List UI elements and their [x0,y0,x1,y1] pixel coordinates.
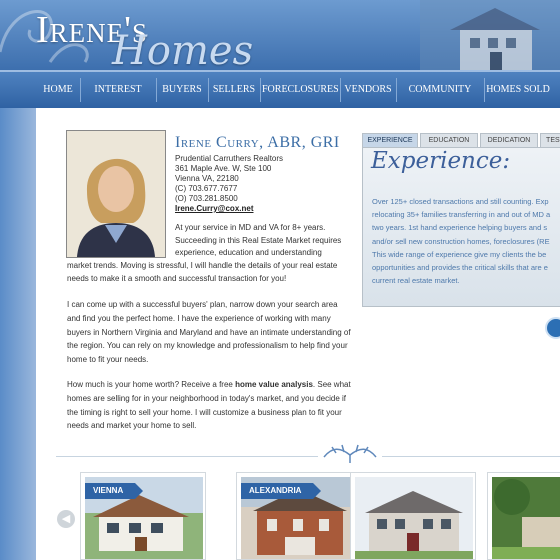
nav-divider [260,78,261,102]
home-value-analysis-link[interactable]: home value analysis [235,380,313,389]
agent-address-line2: Vienna VA, 22180 [175,174,239,183]
listing-card[interactable] [487,472,560,560]
tab-education[interactable]: EDUCATION [420,133,478,147]
site-logo-script[interactable]: Homes [112,28,253,70]
intro-text-part2: market trends. Moving is stressful, I wi… [67,261,338,283]
carousel-prev-button[interactable]: ◀ [57,510,75,528]
nav-community-info[interactable]: COMMUNITY INFO [398,72,482,131]
nav-foreclosures[interactable]: FORECLOSURES [262,72,339,108]
panel-line: opportunities and provides the critical … [372,262,548,272]
panel-line: two years. 1st hand experience helping b… [372,223,548,233]
agent-email-link[interactable]: Irene.Curry@cox.net [175,204,283,214]
tab-testimonials[interactable]: TEST [540,133,560,147]
listing-card[interactable]: VIENNA [80,472,206,560]
panel-line: relocating 35+ families transferring in … [372,210,551,220]
nav-sellers[interactable]: SELLERS [210,72,258,108]
tab-experience[interactable]: EXPERIENCE [362,133,418,147]
panel-line: Over 125+ closed transactions and still … [372,197,549,206]
left-decorative-band [0,108,36,560]
main-navigation: HOME INTEREST RATE BUYERS SELLERS FORECL… [0,70,560,131]
nav-homes-sold[interactable]: HOMES SOLD [486,72,550,108]
nav-divider [80,78,81,102]
panel-text: Over 125+ closed transactions and still … [372,195,560,287]
nav-divider [396,78,397,102]
nav-interest-rate[interactable]: INTEREST RATE [82,72,154,131]
site-header: Irene's Homes [0,0,560,70]
panel-title: Experience: [371,148,511,174]
agent-name: Irene Curry, ABR, GRI [175,134,340,151]
panel-line: current real estate market. [372,276,460,286]
nav-divider [208,78,209,102]
tab-dedication[interactable]: DEDICATION [480,133,538,147]
listing-location-label: VIENNA [85,483,144,499]
panel-line: and/or sell new construction homes, fore… [372,236,550,246]
agent-photo [66,130,166,258]
agent-address-line1: 361 Maple Ave. W, Ste 100 [175,164,272,173]
section-divider [56,456,560,457]
nav-buyers[interactable]: BUYERS [158,72,206,108]
house-illustration [420,0,560,70]
listing-card[interactable]: ALEXANDRIA [236,472,362,560]
agent-company: Prudential Carruthers Realtors [175,154,284,163]
agent-cell-phone: (C) 703.677.7677 [175,184,238,193]
panel-line: This wide range of experience give my cl… [372,249,547,259]
info-tabs: EXPERIENCE EDUCATION DEDICATION TEST [362,133,560,147]
nav-divider [340,78,341,102]
listing-photo [492,477,560,559]
agent-portrait-image [67,131,165,257]
agent-contact: Prudential Carruthers Realtors 361 Maple… [175,154,283,214]
nav-home[interactable]: HOME [38,72,78,108]
buyers-paragraph: I can come up with a successful buyers' … [67,300,351,365]
panel-action-button[interactable] [545,317,560,339]
listing-photo [355,477,473,559]
home-value-text-before: How much is your home worth? Receive a f… [67,380,236,389]
intro-text-part1: At your service in MD and VA for 8+ year… [175,223,342,257]
nav-divider [484,78,485,102]
listing-card[interactable] [350,472,476,560]
agent-office-phone: (O) 703.281.8500 [175,194,238,203]
leaf-ornament-icon [318,443,382,465]
listing-location-label: ALEXANDRIA [241,483,322,499]
nav-vendors[interactable]: VENDORS [342,72,394,108]
home-value-paragraph: How much is your home worth? Receive a f… [67,378,351,433]
nav-divider [156,78,157,102]
